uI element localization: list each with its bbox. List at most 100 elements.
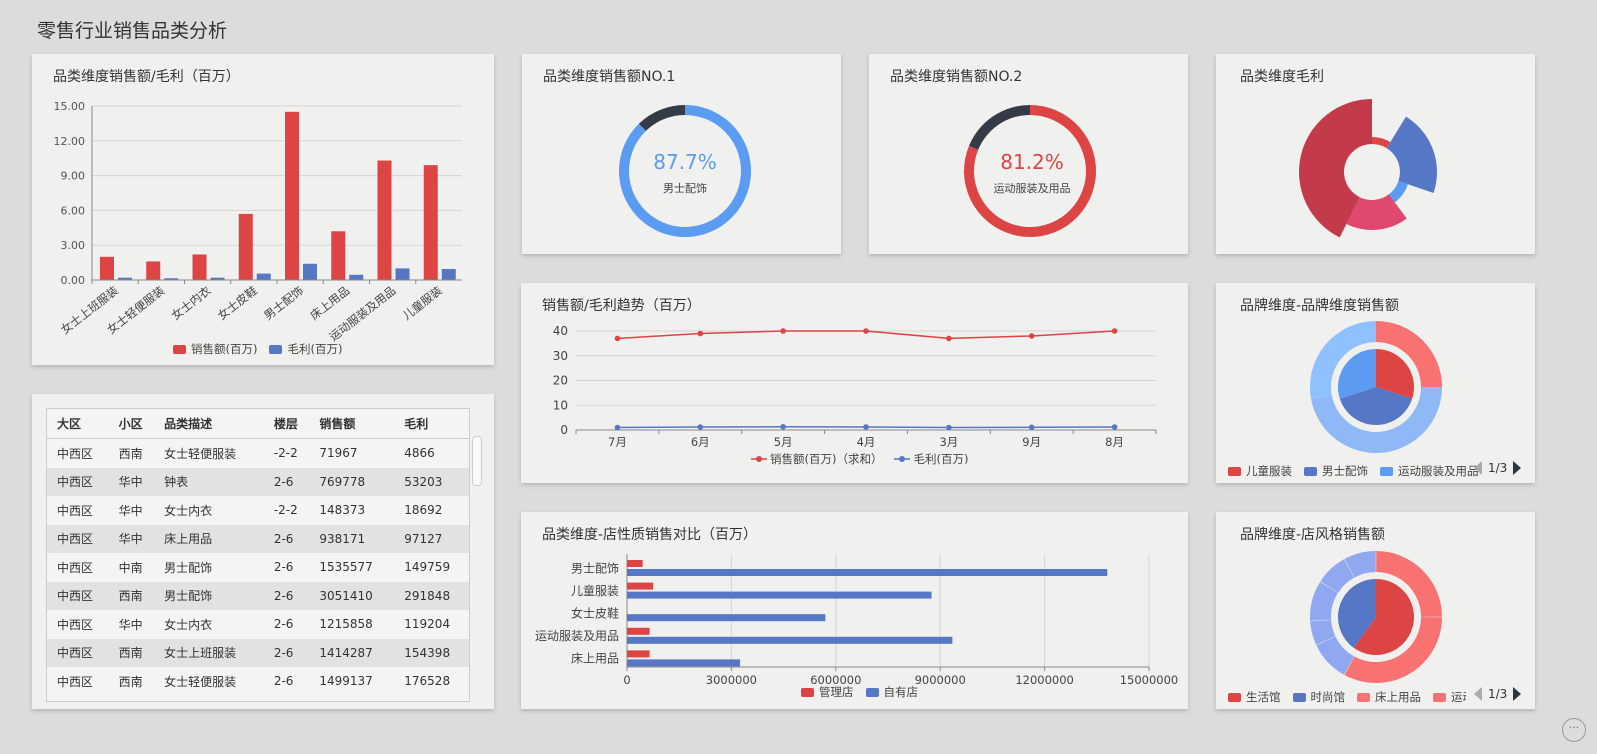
- table-cell: 中西区: [47, 467, 109, 496]
- legend-item-profit[interactable]: 毛利(百万): [269, 341, 342, 357]
- prev-page-icon[interactable]: [1474, 461, 1482, 475]
- brand-sales-legend: 儿童服装 男士配饰 运动服装及用品: [1228, 463, 1480, 479]
- table-row[interactable]: 中西区 华中 女士内衣 -2-2 148373 18692: [47, 496, 469, 525]
- legend-item-owned[interactable]: 自有店: [865, 684, 918, 700]
- table-cell: 女士轻便服装: [154, 438, 264, 468]
- column-header[interactable]: 大区: [47, 409, 109, 439]
- donut-no2-card: 品类维度销售额NO.2 81.2% 运动服装及用品: [869, 54, 1188, 254]
- legend-pager: 1/3: [1474, 461, 1522, 475]
- bar: [627, 636, 953, 644]
- bar: [627, 659, 741, 667]
- table-cell: 2-6: [263, 467, 310, 496]
- store-style-legend: 生活馆 时尚馆 床上用品 运动: [1228, 689, 1466, 705]
- pager-text: 1/3: [1488, 687, 1508, 701]
- table-cell: 中西区: [47, 667, 109, 696]
- bar: [256, 273, 271, 280]
- data-point: [780, 423, 786, 430]
- help-icon[interactable]: ···: [1562, 718, 1586, 742]
- legend-item[interactable]: 时尚馆: [1292, 689, 1345, 705]
- table-cell: 中西区: [47, 438, 109, 468]
- table-cell: 18692: [394, 496, 469, 525]
- data-point: [1111, 328, 1118, 334]
- legend-swatch: [801, 687, 814, 697]
- legend-item[interactable]: 男士配饰: [1304, 463, 1368, 479]
- y-tick-label: 6.00: [61, 204, 86, 217]
- y-tick-label: 10: [553, 398, 568, 412]
- legend-swatch: [865, 687, 879, 697]
- sales-table: 大区 小区 品类描述 楼层 销售额 毛利 中西区 西南 女士轻便服装 -2-2 71967 4866…: [47, 409, 469, 696]
- x-tick-label: 男士配饰: [261, 283, 306, 322]
- legend-swatch: [173, 344, 186, 354]
- y-tick-label: 0.00: [61, 274, 86, 287]
- pager-text: 1/3: [1488, 461, 1508, 475]
- table-cell: 男士配饰: [154, 553, 264, 582]
- store-style-pie-chart: [1310, 551, 1442, 683]
- legend-item-profit[interactable]: 毛利(百万): [894, 451, 968, 467]
- column-header[interactable]: 小区: [108, 409, 155, 439]
- column-header[interactable]: 品类描述: [154, 409, 264, 439]
- table-cell: 中西区: [47, 638, 109, 667]
- table-cell: 2-6: [263, 553, 310, 582]
- data-point: [697, 424, 704, 430]
- bar: [100, 256, 114, 280]
- line-legend: 销售额(百万)（求和） 毛利(百万): [751, 451, 980, 467]
- legend-item[interactable]: 运动服装及用品: [1380, 463, 1479, 479]
- table-cell: 3051410: [309, 581, 395, 610]
- rose-slice: [1386, 116, 1437, 194]
- next-page-icon[interactable]: [1513, 687, 1522, 701]
- category-profit-rose-chart: [1299, 99, 1437, 238]
- table-row[interactable]: 中西区 华中 女士内衣 2-6 1215858 119204: [47, 610, 469, 639]
- legend-line-icon: [894, 456, 911, 462]
- legend-swatch: [1304, 466, 1317, 476]
- column-header[interactable]: 毛利: [394, 409, 469, 439]
- prev-page-icon[interactable]: [1474, 687, 1482, 701]
- column-header[interactable]: 楼层: [263, 409, 310, 439]
- bar: [146, 261, 161, 280]
- table-scrollbar[interactable]: [472, 436, 482, 486]
- table-row[interactable]: 中西区 西南 女士轻便服装 2-6 1499137 176528: [47, 667, 469, 696]
- page-title: 零售行业销售品类分析: [37, 20, 228, 42]
- table-row[interactable]: 中西区 西南 男士配饰 2-6 3051410 291848: [47, 581, 469, 610]
- table-cell: 1215858: [309, 610, 395, 639]
- table-row[interactable]: 中西区 西南 女士上班服装 2-6 1414287 154398: [47, 638, 469, 667]
- bar: [303, 263, 317, 280]
- table-cell: 华中: [108, 524, 155, 553]
- legend-item-managed[interactable]: 管理店: [801, 684, 854, 700]
- legend-item[interactable]: 生活馆: [1228, 689, 1281, 705]
- bar: [331, 231, 346, 280]
- y-tick-label: 床上用品: [571, 652, 619, 666]
- legend-item[interactable]: 儿童服装: [1228, 463, 1292, 479]
- table-row[interactable]: 中西区 华中 床上用品 2-6 938171 97127: [47, 524, 469, 553]
- bar: [627, 582, 654, 590]
- table-cell: -2-2: [263, 438, 310, 468]
- y-tick-label: 儿童服装: [571, 583, 619, 598]
- x-tick-label: 3000000: [706, 673, 757, 687]
- table-row[interactable]: 中西区 西南 女士轻便服装 -2-2 71967 4866: [47, 438, 469, 468]
- table-wrapper: 大区 小区 品类描述 楼层 销售额 毛利 中西区 西南 女士轻便服装 -2-2 71967 4866…: [46, 408, 470, 702]
- donut-rest-arc: [638, 105, 685, 131]
- column-header[interactable]: 销售额: [309, 409, 395, 439]
- legend-label: 运动: [1451, 690, 1466, 704]
- legend-label: 生活馆: [1246, 690, 1281, 704]
- table-cell: 2-6: [263, 667, 310, 696]
- x-tick-label: 4月: [857, 435, 876, 449]
- y-tick-label: 9.00: [61, 170, 86, 183]
- rose-slice: [1372, 137, 1391, 149]
- y-tick-label: 男士配饰: [571, 561, 619, 575]
- table-cell: 男士配饰: [154, 581, 264, 610]
- legend-item-sales[interactable]: 销售额(百万): [173, 341, 257, 357]
- next-page-icon[interactable]: [1513, 461, 1522, 475]
- legend-item[interactable]: 床上用品: [1357, 689, 1421, 705]
- y-tick-label: 12.00: [54, 135, 86, 148]
- bar: [349, 274, 364, 280]
- table-row[interactable]: 中西区 中南 男士配饰 2-6 1535577 149759: [47, 553, 469, 582]
- brand-sales-pie-chart: [1310, 321, 1442, 453]
- donut-no1-card: 品类维度销售额NO.1 87.7% 男士配饰: [522, 54, 841, 254]
- legend-item[interactable]: 运动: [1433, 689, 1466, 705]
- x-tick-label: 0: [623, 673, 630, 687]
- x-tick-label: 15000000: [1120, 673, 1179, 687]
- legend-item-sales[interactable]: 销售额(百万)（求和）: [751, 451, 882, 467]
- data-point: [614, 335, 621, 342]
- table-row[interactable]: 中西区 华中 钟表 2-6 769778 53203: [47, 467, 469, 496]
- x-tick-label: 7月: [608, 435, 627, 449]
